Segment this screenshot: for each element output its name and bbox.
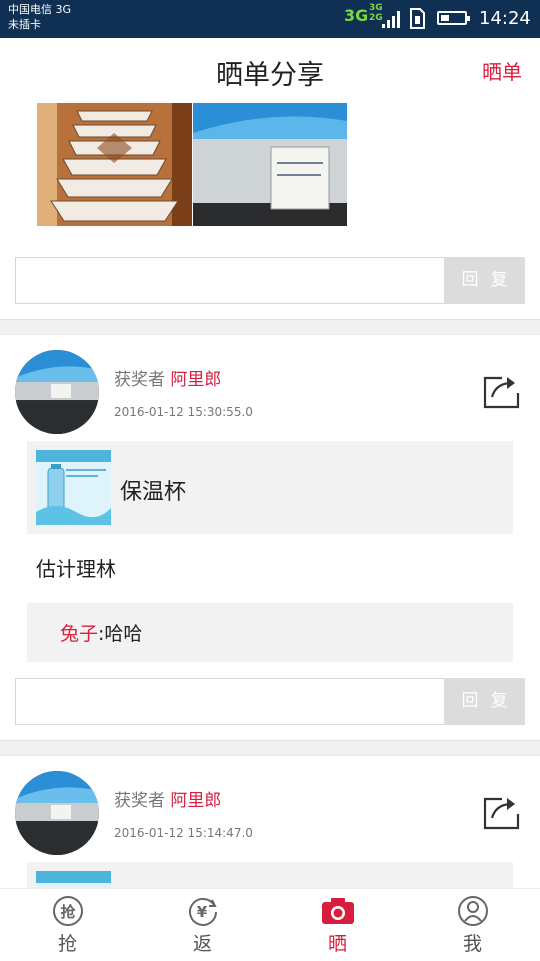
reply-button[interactable]: 回复 xyxy=(444,257,525,304)
clock: 14:24 xyxy=(479,8,531,29)
tab-me[interactable]: 我 xyxy=(405,889,540,961)
winner-line: 获奖者 阿里郎 xyxy=(114,786,221,811)
comment-author[interactable]: 兔子 xyxy=(60,623,98,645)
section-divider xyxy=(0,740,540,756)
status-bar: 中国电信 3G 未插卡 3G 3G 2G 14:24 xyxy=(0,0,540,38)
winner-prefix: 获奖者 xyxy=(114,791,165,811)
tab-show[interactable]: 晒 xyxy=(270,889,405,961)
network-type-small: 3G 2G xyxy=(369,3,383,23)
sim-status: 未插卡 xyxy=(8,18,41,31)
comment-text: :哈哈 xyxy=(98,623,143,645)
share-order-button[interactable]: 晒单 xyxy=(482,56,522,85)
network-type: 3G xyxy=(344,6,369,25)
reply-button[interactable]: 回复 xyxy=(444,678,525,725)
user-icon xyxy=(457,896,488,926)
tab-refund[interactable]: ¥ 返 xyxy=(135,889,270,961)
network-type-small-top: 3G xyxy=(369,3,383,13)
reply-bar: 回复 xyxy=(15,678,525,725)
winner-name[interactable]: 阿里郎 xyxy=(170,370,221,390)
winner-prefix: 获奖者 xyxy=(114,370,165,390)
product-image xyxy=(36,450,111,525)
avatar[interactable] xyxy=(15,771,99,855)
post-text: 估计理林 xyxy=(36,557,116,581)
stairs-photo[interactable] xyxy=(37,103,192,226)
grab-icon: 抢 xyxy=(52,896,83,926)
reply-bar: 回复 xyxy=(15,257,525,304)
app-header: 晒单分享 晒单 xyxy=(0,38,540,100)
product-name: 保温杯 xyxy=(120,480,187,505)
share-icon[interactable] xyxy=(482,373,520,409)
product-card[interactable] xyxy=(27,862,513,888)
screen-photo[interactable] xyxy=(193,103,347,226)
tab-grab[interactable]: 抢 抢 xyxy=(0,889,135,961)
no-sim-icon xyxy=(410,8,425,29)
battery-icon xyxy=(437,11,470,25)
avatar[interactable] xyxy=(15,350,99,434)
camera-icon xyxy=(321,898,354,924)
post-time: 2016-01-12 15:30:55.0 xyxy=(114,405,253,419)
shared-photos xyxy=(37,103,347,226)
page-title: 晒单分享 xyxy=(216,60,324,91)
tab-label: 晒 xyxy=(327,933,347,955)
yen-refund-icon: ¥ xyxy=(188,897,217,926)
winner-name[interactable]: 阿里郎 xyxy=(170,791,221,811)
svg-text:¥: ¥ xyxy=(196,903,207,921)
network-type-small-bottom: 2G xyxy=(369,13,383,23)
reply-input[interactable] xyxy=(15,257,446,304)
share-icon[interactable] xyxy=(482,794,520,830)
reply-input[interactable] xyxy=(15,678,446,725)
winner-line: 获奖者 阿里郎 xyxy=(114,365,221,390)
section-divider xyxy=(0,319,540,335)
svg-text:抢: 抢 xyxy=(60,903,76,921)
product-image xyxy=(36,871,111,888)
tab-label: 我 xyxy=(462,933,482,955)
bottom-tab-bar: 抢 抢 ¥ 返 晒 我 xyxy=(0,888,540,961)
carrier-name: 中国电信 3G xyxy=(8,3,72,16)
signal-icon xyxy=(382,10,402,28)
tab-label: 返 xyxy=(192,933,212,955)
tab-label: 抢 xyxy=(57,933,77,955)
product-card[interactable]: 保温杯 xyxy=(27,441,513,534)
carrier-info: 中国电信 3G 未插卡 xyxy=(8,2,71,32)
comment: 兔子:哈哈 xyxy=(27,603,513,662)
post-time: 2016-01-12 15:14:47.0 xyxy=(114,826,253,840)
